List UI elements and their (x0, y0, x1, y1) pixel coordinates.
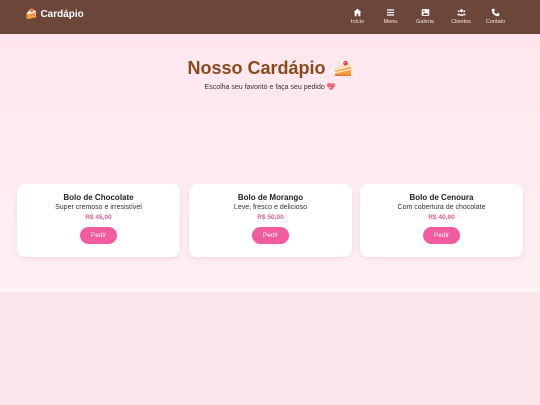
page-subtitle: Escolha seu favorito e faça seu pedido 💖 (0, 83, 540, 91)
card-price: R$ 40,00 (428, 214, 455, 221)
cake-icon (334, 60, 351, 76)
menu-card-morango: Bolo de Morango Leve, fresco e delicioso… (189, 184, 352, 257)
footer-background (0, 292, 540, 405)
home-icon (353, 8, 362, 17)
hero-section: Nosso Cardápio Escolha seu favorito e fa… (0, 34, 540, 292)
phone-icon (491, 8, 500, 17)
menu-cards: Bolo de Chocolate Super cremoso e irresi… (17, 184, 525, 257)
navbar: 🍰 Cardápio Início Menu Galeria Clientes … (0, 0, 540, 34)
nav-item-galeria[interactable]: Galeria (409, 6, 441, 28)
card-description: Super cremoso e irresistível (55, 204, 142, 211)
nav-item-contato[interactable]: Contato (481, 6, 510, 28)
nav-item-inicio[interactable]: Início (343, 6, 372, 28)
cake-icon: 🍰 (25, 9, 38, 20)
heart-icon: 💖 (326, 84, 336, 91)
nav-menu: Início Menu Galeria Clientes Contato (339, 6, 510, 28)
subtitle-text: Escolha seu favorito e faça seu pedido (204, 84, 325, 91)
card-description: Leve, fresco e delicioso (233, 204, 308, 211)
users-icon (456, 9, 466, 16)
nav-label-menu: Menu (383, 19, 398, 25)
nav-label-galeria: Galeria (416, 19, 434, 25)
card-description: Com cobertura de chocolate (397, 204, 486, 211)
brand[interactable]: 🍰 Cardápio (25, 9, 84, 20)
brand-name: Cardápio (40, 9, 84, 20)
order-button[interactable]: Pedir (423, 227, 460, 244)
card-price: R$ 50,00 (257, 214, 284, 221)
image-icon (421, 9, 429, 16)
nav-label-inicio: Início (350, 19, 365, 25)
nav-item-clientes[interactable]: Clientes (445, 6, 477, 28)
bars-icon (386, 9, 395, 16)
menu-card-cenoura: Bolo de Cenoura Com cobertura de chocola… (360, 184, 523, 257)
card-title: Bolo de Morango (237, 193, 304, 202)
order-button[interactable]: Pedir (252, 227, 289, 244)
page-title-text: Nosso Cardápio (187, 58, 326, 78)
nav-label-clientes: Clientes (451, 19, 471, 25)
nav-label-contato: Contato (485, 19, 506, 25)
nav-item-menu[interactable]: Menu (376, 6, 405, 28)
order-button[interactable]: Pedir (80, 227, 117, 244)
card-title: Bolo de Cenoura (409, 193, 474, 202)
menu-card-chocolate: Bolo de Chocolate Super cremoso e irresi… (17, 184, 180, 257)
card-title: Bolo de Chocolate (63, 193, 134, 202)
page-title: Nosso Cardápio (0, 58, 540, 79)
card-price: R$ 45,00 (85, 214, 112, 221)
